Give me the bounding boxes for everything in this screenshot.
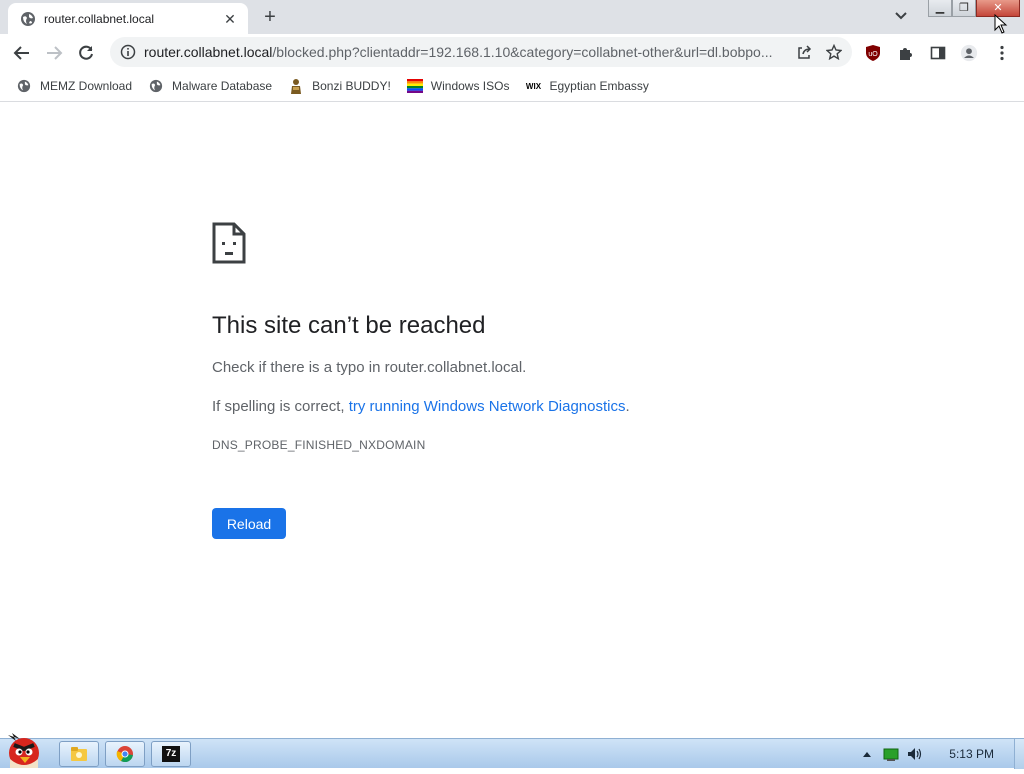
error-code: DNS_PROBE_FINISHED_NXDOMAIN (212, 438, 426, 452)
share-icon[interactable] (796, 44, 812, 65)
mouse-cursor-icon (994, 13, 1008, 34)
bookmark-bonzi-buddy[interactable]: Bonzi BUDDY! (280, 73, 399, 99)
site-info-icon[interactable] (120, 44, 136, 60)
network-status-icon[interactable] (883, 746, 899, 762)
tab-active[interactable]: router.collabnet.local ✕ (8, 3, 248, 34)
reload-button[interactable]: Reload (212, 508, 286, 539)
globe-icon (20, 11, 36, 27)
taskbar-chrome-icon[interactable] (105, 741, 145, 767)
url-path: /blocked.php?clientaddr=192.168.1.10&cat… (272, 44, 773, 60)
taskbar-clock[interactable]: 5:13 PM (949, 747, 994, 761)
diagnostics-suffix: . (625, 398, 630, 415)
svg-text:uO: uO (868, 51, 878, 58)
bookmark-memz-download[interactable]: MEMZ Download (8, 73, 140, 99)
volume-speaker-icon[interactable] (907, 746, 923, 762)
bookmark-star-icon[interactable] (825, 43, 843, 65)
error-typo-hint: Check if there is a typo in router.colla… (212, 359, 527, 376)
page-content: This site can’t be reached Check if ther… (0, 103, 1024, 738)
forward-arrow-icon[interactable] (43, 42, 65, 64)
taskbar-7zip-icon[interactable]: 7z (151, 741, 191, 767)
error-title: This site can’t be reached (212, 312, 486, 339)
globe-icon (16, 78, 32, 94)
show-desktop-button[interactable] (1014, 739, 1024, 769)
bonzi-icon (288, 78, 304, 94)
taskbar-explorer-icon[interactable] (59, 741, 99, 767)
start-button-angry-bird-icon[interactable] (0, 731, 50, 769)
globe-icon (148, 78, 164, 94)
bookmark-windows-isos[interactable]: Windows ISOs (399, 73, 518, 99)
sad-page-icon (212, 222, 246, 264)
url-text: router.collabnet.local/blocked.php?clien… (144, 44, 784, 60)
system-tray: 5:13 PM (859, 739, 1024, 769)
tab-strip: router.collabnet.local ✕ + ▁ ❐ ✕ (0, 0, 1024, 34)
url-host: router.collabnet.local (144, 44, 273, 60)
profile-avatar-icon[interactable] (960, 44, 978, 62)
bookmark-egyptian-embassy[interactable]: WIX Egyptian Embassy (517, 73, 656, 99)
bookmark-malware-database[interactable]: Malware Database (140, 73, 280, 99)
bookmark-label: Bonzi BUDDY! (312, 79, 391, 93)
reload-icon[interactable] (75, 42, 97, 64)
bookmark-label: Egyptian Embassy (549, 79, 649, 93)
bookmark-label: Malware Database (172, 79, 273, 93)
menu-kebab-icon[interactable] (993, 44, 1011, 62)
back-arrow-icon[interactable] (11, 42, 33, 64)
bookmark-label: MEMZ Download (40, 79, 133, 93)
wix-icon: WIX (525, 81, 542, 91)
rainbow-flag-icon (406, 78, 423, 94)
side-panel-icon[interactable] (929, 44, 947, 62)
toolbar: router.collabnet.local/blocked.php?clien… (0, 34, 1024, 71)
bookmark-label: Windows ISOs (430, 79, 510, 93)
tray-expand-arrow-icon[interactable] (859, 746, 875, 762)
network-diagnostics-link[interactable]: try running Windows Network Diagnostics (349, 398, 626, 415)
extensions-puzzle-icon[interactable] (897, 44, 915, 62)
tab-title: router.collabnet.local (44, 11, 155, 26)
new-tab-button[interactable]: + (259, 7, 281, 29)
ublock-extension-icon[interactable]: uO (864, 44, 882, 62)
close-tab-icon[interactable]: ✕ (222, 11, 238, 27)
error-diagnostics-hint: If spelling is correct, try running Wind… (212, 398, 630, 415)
diagnostics-prefix: If spelling is correct, (212, 398, 349, 415)
taskbar: 7z 5:13 PM (0, 733, 1024, 769)
minimize-button[interactable]: ▁ (928, 0, 952, 17)
tab-search-chevron-icon[interactable] (894, 8, 914, 26)
bookmarks-bar: MEMZ Download Malware Database Bonzi BUD… (0, 71, 1024, 102)
maximize-button[interactable]: ❐ (952, 0, 976, 17)
address-bar[interactable]: router.collabnet.local/blocked.php?clien… (110, 37, 852, 67)
